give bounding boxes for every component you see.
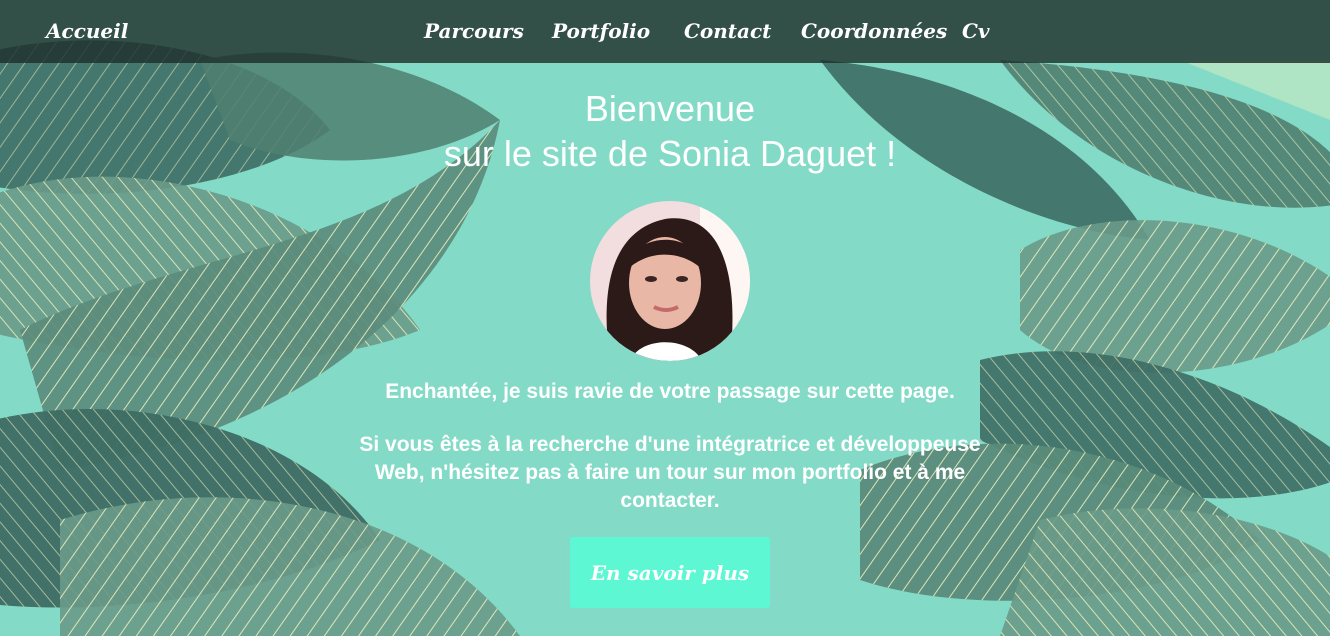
intro-text: Enchantée, je suis ravie de votre passag…	[385, 380, 955, 403]
nav-link-portfolio[interactable]: Portfolio	[552, 0, 650, 63]
hero-title-line1: Bienvenue	[584, 88, 756, 129]
profile-avatar	[590, 201, 750, 361]
top-navbar: Accueil Parcours Portfolio Contact Coord…	[0, 0, 1330, 63]
hero-title: Bienvenue sur le site de Sonia Daguet !	[0, 86, 1330, 176]
learn-more-button[interactable]: En savoir plus	[570, 537, 770, 608]
hero-title-line2: sur le site de Sonia Daguet !	[443, 133, 897, 174]
nav-link-coordonnees[interactable]: Coordonnées	[801, 0, 947, 63]
pitch-text: Si vous êtes à la recherche d'une intégr…	[359, 433, 981, 512]
nav-link-cv[interactable]: Cv	[962, 0, 990, 63]
nav-link-parcours[interactable]: Parcours	[424, 0, 524, 63]
nav-link-contact[interactable]: Contact	[684, 0, 771, 63]
nav-link-accueil[interactable]: Accueil	[46, 0, 128, 63]
